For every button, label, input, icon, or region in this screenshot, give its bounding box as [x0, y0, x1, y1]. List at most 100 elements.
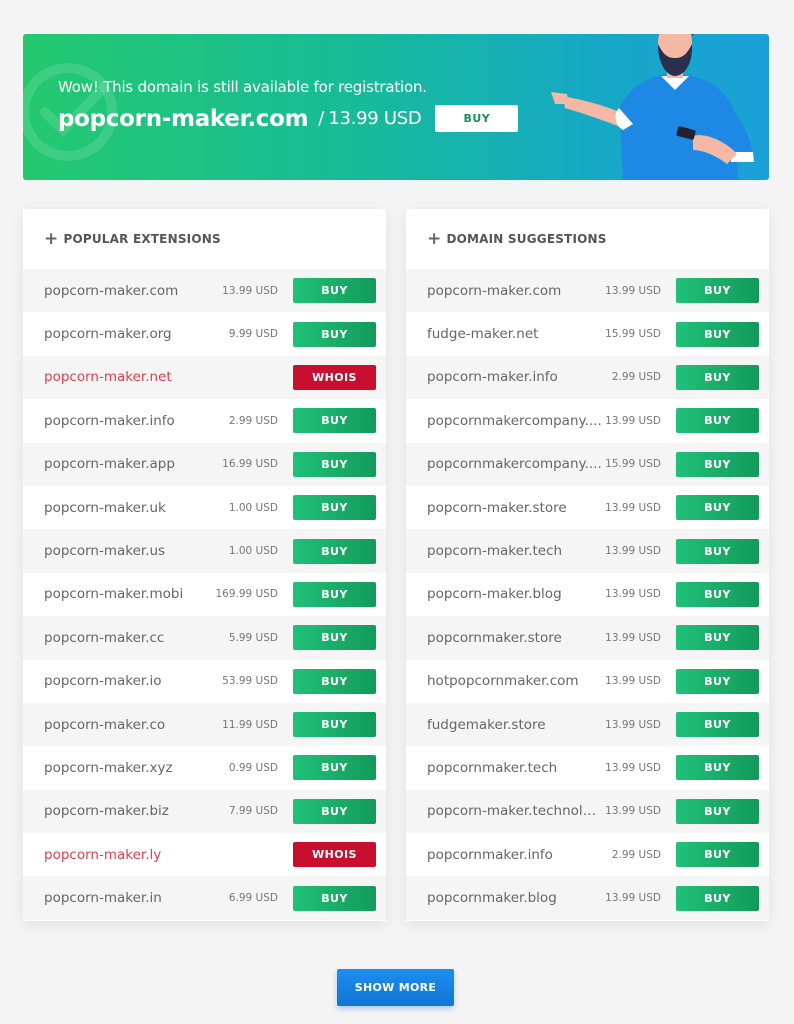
domain-name: hotpopcornmaker.com — [427, 673, 579, 690]
domain-name: popcorn-maker.ly — [44, 846, 162, 863]
buy-button[interactable]: BUY — [676, 408, 759, 434]
hero-domain: popcorn-maker.com — [58, 105, 309, 132]
buy-button[interactable]: BUY — [293, 581, 376, 607]
buy-button[interactable]: BUY — [676, 538, 759, 564]
domain-price: 11.99 USD — [222, 718, 278, 731]
domain-row: popcorn-maker.co 11.99 USD BUY — [23, 702, 386, 747]
buy-button[interactable]: BUY — [676, 755, 759, 781]
domain-row: popcorn-maker.mobi 169.99 USD BUY — [23, 572, 386, 617]
domain-row: popcornmaker.tech 13.99 USD BUY — [406, 746, 769, 790]
buy-button[interactable]: BUY — [676, 842, 759, 868]
domain-row: popcorn-maker.com 13.99 USD BUY — [23, 269, 386, 313]
domain-name: popcorn-maker.uk — [44, 499, 166, 516]
domain-row: popcorn-maker.xyz 0.99 USD BUY — [23, 746, 386, 790]
show-more-button[interactable]: SHOW MORE — [337, 969, 454, 1006]
buy-button[interactable]: BUY — [676, 364, 759, 390]
domain-name: popcorn-maker.xyz — [44, 759, 173, 776]
domain-price: 13.99 USD — [605, 675, 661, 688]
buy-button[interactable]: BUY — [293, 321, 376, 347]
buy-button[interactable]: BUY — [676, 321, 759, 347]
whois-button[interactable]: WHOIS — [293, 364, 376, 390]
buy-button[interactable]: BUY — [293, 755, 376, 781]
buy-button[interactable]: BUY — [293, 278, 376, 304]
domain-name: popcorn-maker.store — [427, 499, 567, 516]
domain-row: popcorn-maker.us 1.00 USD BUY — [23, 529, 386, 573]
hero-buy-button[interactable]: BUY — [435, 105, 519, 132]
buy-button[interactable]: BUY — [676, 451, 759, 477]
domain-row: hotpopcornmaker.com 13.99 USD BUY — [406, 659, 769, 703]
hero-price: 13.99 USD — [328, 108, 422, 129]
domain-suggestions-list: popcorn-maker.com 13.99 USD BUY fudge-maker… — [406, 269, 769, 920]
domain-price: 1.00 USD — [228, 501, 278, 514]
buy-button[interactable]: BUY — [293, 451, 376, 477]
buy-button[interactable]: BUY — [676, 581, 759, 607]
domain-price: 13.99 USD — [605, 545, 661, 558]
popular-extensions-header[interactable]: + POPULAR EXTENSIONS — [23, 209, 386, 269]
buy-button[interactable]: BUY — [676, 885, 759, 911]
domain-price: 16.99 USD — [222, 458, 278, 471]
domain-price: 2.99 USD — [611, 371, 661, 384]
domain-name: popcorn-maker.technology — [427, 803, 603, 820]
domain-row: popcorn-maker.in 6.99 USD BUY — [23, 876, 386, 920]
domain-price: 13.99 USD — [605, 631, 661, 644]
buy-button[interactable]: BUY — [293, 538, 376, 564]
buy-button[interactable]: BUY — [293, 625, 376, 651]
hero-subtitle: Wow! This domain is still available for … — [58, 78, 427, 96]
domain-name: popcornmakercompany.... — [427, 456, 602, 473]
domain-row: popcornmaker.store 13.99 USD BUY — [406, 616, 769, 660]
domain-name: popcornmaker.store — [427, 629, 562, 646]
domain-price: 169.99 USD — [215, 588, 278, 601]
domain-suggestions-card: + DOMAIN SUGGESTIONS popcorn-maker.com 13… — [406, 209, 769, 921]
buy-button[interactable]: BUY — [293, 798, 376, 824]
plus-icon: + — [44, 228, 59, 249]
domain-name: popcorn-maker.com — [427, 282, 562, 299]
domain-row: popcorn-maker.cc 5.99 USD BUY — [23, 616, 386, 660]
buy-button[interactable]: BUY — [293, 668, 376, 694]
domain-name: popcorn-maker.in — [44, 890, 162, 907]
domain-price: 7.99 USD — [228, 805, 278, 818]
domain-name: popcornmakercompany.... — [427, 412, 602, 429]
domain-row: popcorn-maker.net WHOIS — [23, 355, 386, 400]
domain-price: 2.99 USD — [228, 414, 278, 427]
buy-button[interactable]: BUY — [293, 495, 376, 521]
domain-name: fudge-maker.net — [427, 326, 539, 343]
domain-name: popcorn-maker.co — [44, 716, 166, 733]
buy-button[interactable]: BUY — [676, 798, 759, 824]
domain-name: popcornmaker.tech — [427, 759, 558, 776]
domain-row: popcorn-maker.uk 1.00 USD BUY — [23, 485, 386, 530]
plus-icon: + — [427, 228, 442, 249]
domain-suggestions-header[interactable]: + DOMAIN SUGGESTIONS — [406, 209, 769, 269]
popular-extensions-card: + POPULAR EXTENSIONS popcorn-maker.com 13… — [23, 209, 386, 921]
domain-price: 13.99 USD — [605, 805, 661, 818]
domain-name: popcorn-maker.io — [44, 673, 162, 690]
domain-name: popcorn-maker.app — [44, 456, 175, 473]
domain-name: popcorn-maker.tech — [427, 543, 563, 560]
buy-button[interactable]: BUY — [676, 668, 759, 694]
domain-price: 13.99 USD — [605, 892, 661, 905]
domain-price: 13.99 USD — [605, 588, 661, 601]
domain-row: popcornmakercompany.... 13.99 USD BUY — [406, 399, 769, 443]
domain-price: 0.99 USD — [228, 761, 278, 774]
domain-price: 13.99 USD — [605, 501, 661, 514]
domain-name: popcorn-maker.com — [44, 282, 179, 299]
domain-price: 5.99 USD — [228, 631, 278, 644]
domain-name: popcorn-maker.blog — [427, 586, 562, 603]
domain-price: 15.99 USD — [605, 328, 661, 341]
buy-button[interactable]: BUY — [293, 712, 376, 738]
domain-row: fudge-maker.net 15.99 USD BUY — [406, 312, 769, 356]
domain-row: popcorn-maker.io 53.99 USD BUY — [23, 659, 386, 703]
buy-button[interactable]: BUY — [293, 885, 376, 911]
domain-price: 9.99 USD — [228, 328, 278, 341]
domain-price: 2.99 USD — [611, 848, 661, 861]
whois-button[interactable]: WHOIS — [293, 842, 376, 868]
buy-button[interactable]: BUY — [676, 712, 759, 738]
buy-button[interactable]: BUY — [676, 278, 759, 304]
buy-button[interactable]: BUY — [676, 495, 759, 521]
domain-row: popcornmaker.info 2.99 USD BUY — [406, 833, 769, 877]
buy-button[interactable]: BUY — [293, 408, 376, 434]
domain-row: popcorn-maker.info 2.99 USD BUY — [23, 399, 386, 443]
hero-text: Wow! This domain is still available for … — [58, 78, 519, 132]
domain-name: popcorn-maker.cc — [44, 629, 165, 646]
buy-button[interactable]: BUY — [676, 625, 759, 651]
domain-row: popcornmaker.blog 13.99 USD BUY — [406, 876, 769, 920]
